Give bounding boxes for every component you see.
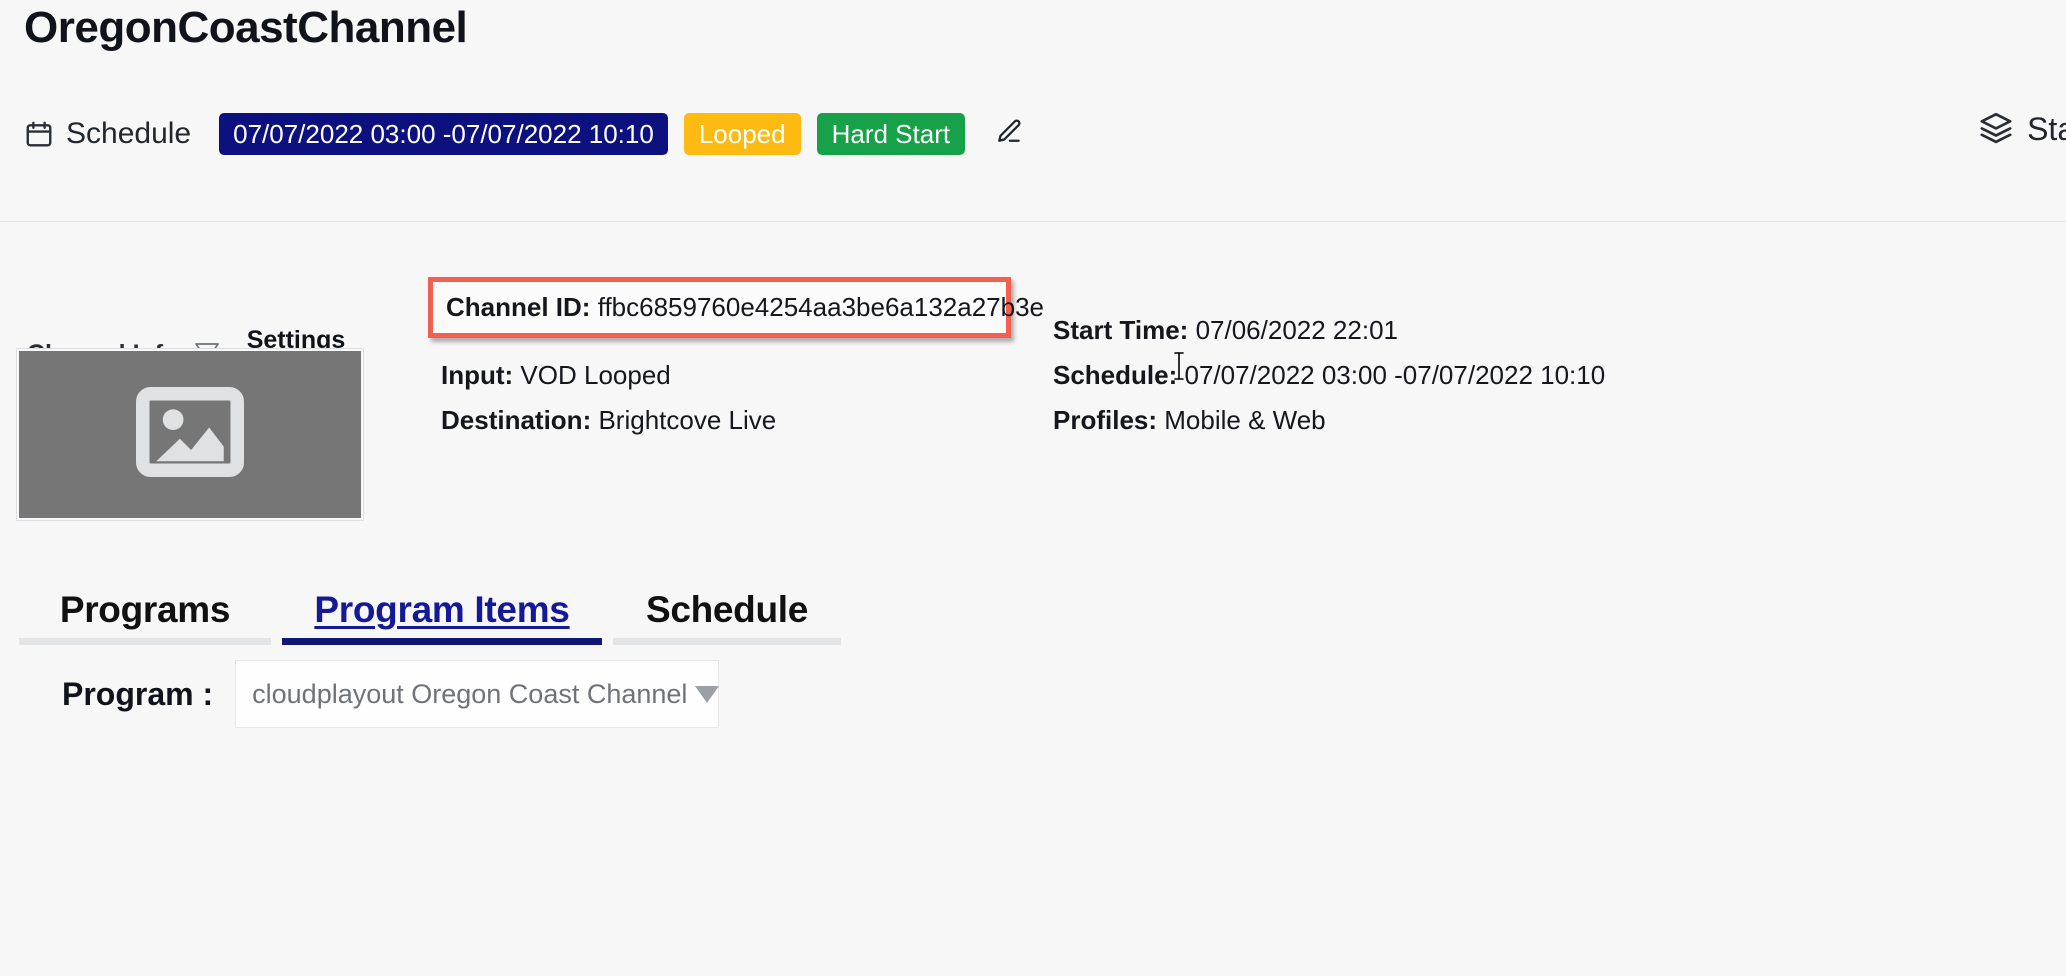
tab-programs-label: Programs (59, 589, 231, 630)
schedule-range-badge: 07/07/2022 03:00 -07/07/2022 10:10 (219, 113, 668, 155)
tab-program-items[interactable]: Program Items (282, 585, 602, 645)
status-label: Stat (2027, 111, 2066, 147)
detail-destination-value: Brightcove Live (598, 405, 777, 435)
calendar-icon (24, 119, 54, 149)
detail-destination: Destination: Brightcove Live (441, 398, 1041, 443)
channel-settings-page: OregonCoastChannel Schedule 07/07/2022 0… (0, 0, 2066, 976)
detail-schedule-value: 07/07/2022 03:00 -07/07/2022 10:10 (1184, 360, 1606, 390)
detail-start-time-label: Start Time: (1053, 315, 1189, 345)
looped-badge: Looped (683, 113, 801, 155)
tab-program-items-label: Program Items (314, 589, 570, 630)
image-placeholder-icon (136, 387, 244, 482)
tab-schedule-label: Schedule (645, 589, 809, 630)
header-divider (0, 221, 2066, 222)
thumbnail-surface (19, 351, 361, 518)
detail-profiles-value: Mobile & Web (1164, 405, 1326, 435)
layers-icon (1979, 110, 2013, 149)
tab-programs[interactable]: Programs (19, 585, 271, 645)
schedule-header-row: Schedule 07/07/2022 03:00 -07/07/2022 10… (24, 108, 1025, 160)
detail-input: Input: VOD Looped (441, 353, 1041, 398)
details-left-column: Input: VOD Looped Destination: Brightcov… (441, 292, 1041, 443)
detail-schedule-label: Schedule: (1053, 360, 1178, 390)
program-select-value: cloudplayout Oregon Coast Channel (252, 678, 688, 709)
detail-start-time-value: 07/06/2022 22:01 (1195, 315, 1398, 345)
detail-schedule: Schedule: 07/07/2022 03:00 -07/07/2022 1… (1053, 353, 1673, 398)
details-right-column: Start Time: 07/06/2022 22:01 Schedule: 0… (1053, 292, 1673, 443)
channel-thumbnail[interactable] (16, 348, 364, 521)
detail-input-value: VOD Looped (520, 360, 671, 390)
edit-schedule-button[interactable] (991, 117, 1025, 151)
hard-start-badge: Hard Start (816, 113, 966, 155)
program-selector-row: Program : cloudplayout Oregon Coast Chan… (62, 660, 720, 728)
detail-profiles-label: Profiles: (1053, 405, 1158, 435)
program-select[interactable]: cloudplayout Oregon Coast Channel (235, 660, 720, 728)
caret-down-icon (695, 685, 720, 703)
program-selector-label: Program : (62, 675, 214, 712)
bottom-tab-bar: Programs Program Items Schedule (19, 585, 841, 645)
detail-destination-label: Destination: (441, 405, 592, 435)
detail-input-label: Input: (441, 360, 514, 390)
tab-program-items-rule (282, 638, 602, 645)
status-group[interactable]: Stat (1979, 110, 2066, 149)
tab-schedule[interactable]: Schedule (613, 585, 841, 645)
page-title: OregonCoastChannel (24, 3, 468, 52)
tab-schedule-rule (613, 638, 841, 645)
detail-start-time: Start Time: 07/06/2022 22:01 (1053, 308, 1673, 353)
tab-programs-rule (19, 638, 271, 645)
detail-profiles: Profiles: Mobile & Web (1053, 398, 1673, 443)
schedule-label: Schedule (66, 117, 192, 150)
pencil-icon (993, 117, 1023, 152)
